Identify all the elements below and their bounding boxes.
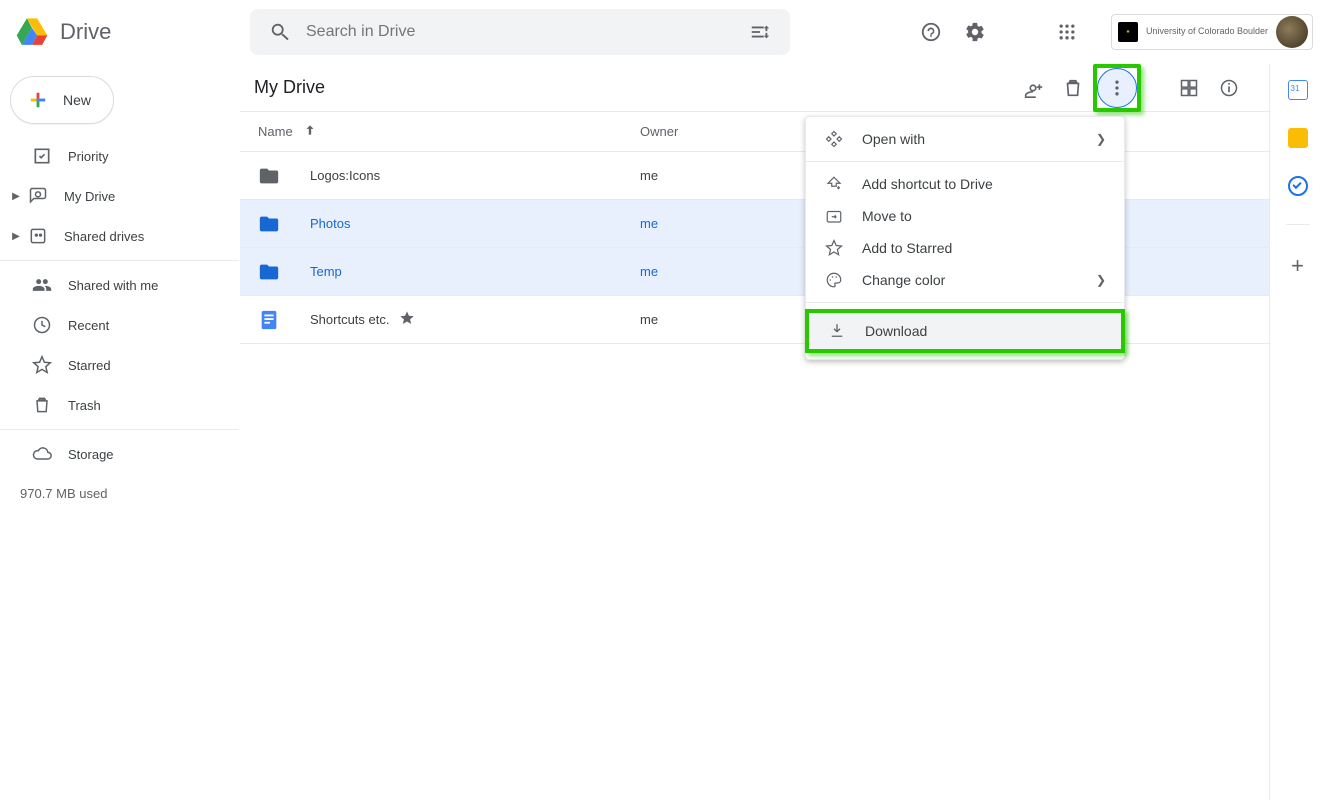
shared-drives-icon bbox=[26, 226, 50, 246]
header-right: ⬩ University of Colorado Boulder bbox=[911, 12, 1317, 52]
user-avatar[interactable] bbox=[1276, 16, 1308, 48]
priority-icon bbox=[30, 146, 54, 166]
divider bbox=[806, 161, 1124, 162]
move-to-icon bbox=[824, 207, 844, 225]
folder-icon bbox=[258, 213, 310, 235]
more-actions-button[interactable] bbox=[1097, 68, 1137, 108]
doc-icon bbox=[258, 309, 310, 331]
sidebar-label: Priority bbox=[68, 149, 108, 164]
column-name[interactable]: Name bbox=[258, 123, 640, 140]
more-vert-icon bbox=[1107, 78, 1127, 98]
storage-icon bbox=[30, 444, 54, 464]
sidebar-item-starred[interactable]: Starred bbox=[0, 345, 239, 385]
new-button[interactable]: New bbox=[10, 76, 114, 124]
sidebar-item-storage[interactable]: Storage bbox=[0, 434, 239, 474]
search-bar[interactable] bbox=[250, 9, 790, 55]
sidebar-label: Trash bbox=[68, 398, 101, 413]
menu-change-color[interactable]: Change color ❯ bbox=[806, 264, 1124, 296]
org-name: University of Colorado Boulder bbox=[1146, 27, 1268, 36]
drive-logo-icon bbox=[12, 12, 52, 52]
grid-view-icon[interactable] bbox=[1169, 68, 1209, 108]
sidebar-label: Shared with me bbox=[68, 278, 158, 293]
new-button-label: New bbox=[63, 92, 91, 108]
brand[interactable]: Drive bbox=[12, 12, 250, 52]
app-header: Drive ⬩ University of Colorado Boulder bbox=[0, 0, 1325, 64]
content-area: My Drive bbox=[240, 64, 1269, 800]
sidebar-label: Recent bbox=[68, 318, 109, 333]
page-title[interactable]: My Drive bbox=[252, 77, 325, 98]
search-input[interactable] bbox=[300, 23, 740, 41]
palette-icon bbox=[824, 271, 844, 289]
my-drive-icon bbox=[26, 186, 50, 206]
sidebar-label: Shared drives bbox=[64, 229, 144, 244]
open-with-icon bbox=[824, 130, 844, 148]
calendar-icon[interactable] bbox=[1288, 80, 1308, 100]
sidebar: New Priority ▶ My Drive ▶ Shared drives bbox=[0, 64, 240, 800]
menu-add-starred[interactable]: Add to Starred bbox=[806, 232, 1124, 264]
download-icon bbox=[827, 322, 847, 340]
organization-chip[interactable]: ⬩ University of Colorado Boulder bbox=[1111, 14, 1313, 50]
folder-icon bbox=[258, 165, 310, 187]
apps-icon[interactable] bbox=[1047, 12, 1087, 52]
sidebar-label: Starred bbox=[68, 358, 111, 373]
file-name: Shortcuts etc. bbox=[310, 312, 389, 327]
tasks-icon[interactable] bbox=[1288, 176, 1308, 196]
toolbar: My Drive bbox=[240, 64, 1269, 112]
search-icon[interactable] bbox=[260, 12, 300, 52]
details-icon[interactable] bbox=[1209, 68, 1249, 108]
caret-icon[interactable]: ▶ bbox=[10, 231, 22, 242]
delete-icon[interactable] bbox=[1053, 68, 1093, 108]
share-icon[interactable] bbox=[1013, 68, 1053, 108]
chevron-right-icon: ❯ bbox=[1096, 273, 1106, 287]
plus-icon bbox=[25, 87, 51, 113]
org-logo-icon: ⬩ bbox=[1118, 22, 1138, 42]
file-name: Temp bbox=[310, 264, 640, 279]
star-outline-icon bbox=[824, 239, 844, 257]
menu-download-highlight: Download bbox=[805, 309, 1125, 353]
menu-open-with[interactable]: Open with ❯ bbox=[806, 123, 1124, 155]
sidebar-item-my-drive[interactable]: ▶ My Drive bbox=[0, 176, 239, 216]
star-icon bbox=[399, 310, 415, 329]
menu-download[interactable]: Download bbox=[809, 313, 1121, 349]
storage-used-text: 970.7 MB used bbox=[0, 486, 239, 501]
shared-with-me-icon bbox=[30, 275, 54, 295]
divider bbox=[0, 260, 239, 261]
settings-icon[interactable] bbox=[955, 12, 995, 52]
add-shortcut-icon bbox=[824, 175, 844, 193]
caret-icon[interactable]: ▶ bbox=[10, 191, 22, 202]
menu-move-to[interactable]: Move to bbox=[806, 200, 1124, 232]
sidebar-item-recent[interactable]: Recent bbox=[0, 305, 239, 345]
context-menu: Open with ❯ Add shortcut to Drive Move t… bbox=[805, 116, 1125, 360]
more-actions-highlight bbox=[1093, 64, 1141, 112]
recent-icon bbox=[30, 315, 54, 335]
sort-ascending-icon bbox=[303, 123, 317, 140]
trash-icon bbox=[30, 395, 54, 415]
menu-add-shortcut[interactable]: Add shortcut to Drive bbox=[806, 168, 1124, 200]
chevron-right-icon: ❯ bbox=[1096, 132, 1106, 146]
starred-icon bbox=[30, 355, 54, 375]
sidebar-label: My Drive bbox=[64, 189, 115, 204]
help-icon[interactable] bbox=[911, 12, 951, 52]
divider bbox=[806, 302, 1124, 303]
sidebar-item-shared-drives[interactable]: ▶ Shared drives bbox=[0, 216, 239, 256]
folder-icon bbox=[258, 261, 310, 283]
sidebar-item-priority[interactable]: Priority bbox=[0, 136, 239, 176]
sidebar-item-trash[interactable]: Trash bbox=[0, 385, 239, 425]
sidebar-label: Storage bbox=[68, 447, 114, 462]
file-name: Logos:Icons bbox=[310, 168, 640, 183]
sidebar-item-shared-with-me[interactable]: Shared with me bbox=[0, 265, 239, 305]
side-panel: + bbox=[1269, 64, 1325, 800]
add-addon-icon[interactable]: + bbox=[1291, 253, 1304, 279]
divider bbox=[0, 429, 239, 430]
file-name: Photos bbox=[310, 216, 640, 231]
divider bbox=[1286, 224, 1310, 225]
keep-icon[interactable] bbox=[1288, 128, 1308, 148]
brand-name: Drive bbox=[60, 19, 111, 45]
search-options-icon[interactable] bbox=[740, 12, 780, 52]
